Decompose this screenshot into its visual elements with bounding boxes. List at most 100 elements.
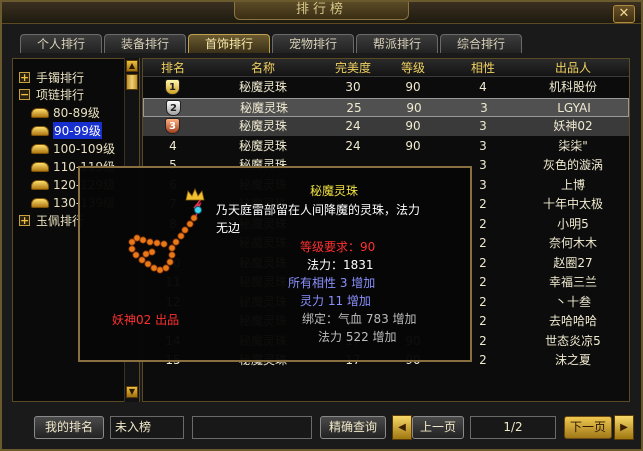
gold-ingot-icon xyxy=(31,197,49,208)
cell-maker: 幸福三兰 xyxy=(548,275,597,289)
scroll-thumb[interactable] xyxy=(126,74,138,90)
rank-medal-icon: 1 xyxy=(165,79,180,95)
cell-affinity: 3 xyxy=(479,119,487,133)
col-affinity[interactable]: 相性 xyxy=(453,59,513,77)
scroll-down-icon[interactable]: ▼ xyxy=(126,386,138,398)
tab-overall[interactable]: 综合排行 xyxy=(440,34,522,53)
tree-label: 80-89级 xyxy=(53,106,100,120)
tab-equipment[interactable]: 装备排行 xyxy=(104,34,186,53)
cell-level: 90 xyxy=(405,138,421,153)
cell-perfection: 25 xyxy=(346,100,362,115)
col-rank[interactable]: 排名 xyxy=(149,59,197,77)
search-button[interactable]: 精确查询 xyxy=(320,416,386,439)
cell-maker: 赵圈27 xyxy=(553,255,593,270)
cell-level: 90 xyxy=(406,100,422,115)
cell-perfection: 30 xyxy=(345,80,361,94)
col-level[interactable]: 等级 xyxy=(388,59,438,77)
rank-medal-icon: 2 xyxy=(166,99,181,116)
cell-affinity: 3 xyxy=(479,138,487,153)
tree-label: 100-109级 xyxy=(53,142,116,156)
rank-medal-icon: 3 xyxy=(165,118,180,134)
tree-label: 玉佩排行 xyxy=(36,214,85,228)
prev-arrow-icon[interactable]: ◀ xyxy=(392,415,412,440)
cell-maker: 十年中太极 xyxy=(542,197,603,211)
cell-maker: 世态炎凉5 xyxy=(545,333,601,348)
table-row[interactable]: 2 秘魔灵珠 25 90 3 LGYAI xyxy=(143,97,629,117)
cell-maker: 上博 xyxy=(560,177,585,192)
tooltip-description: 乃天庭雷部留在人间降魔的灵珠，法力 xyxy=(216,203,421,217)
tooltip-bind-hp: 绑定：气血 783 增加 xyxy=(302,312,417,326)
tree-label: 90-99级 xyxy=(53,122,102,139)
tree-item-100-109[interactable]: 100-109级 xyxy=(31,140,115,157)
my-rank-value: 未入榜 xyxy=(110,416,184,439)
tree-label: 手镯排行 xyxy=(36,71,85,85)
leaderboard-window: 排行榜 ✕ 个人排行 装备排行 首饰排行 宠物排行 帮派排行 综合排行 + 手镯… xyxy=(0,0,643,451)
cell-affinity: 4 xyxy=(479,80,487,94)
cell-maker: 去哈哈哈 xyxy=(548,314,597,328)
tree-item-90-99[interactable]: 90-99级 xyxy=(31,122,102,139)
cell-level: 90 xyxy=(405,80,421,94)
collapse-icon[interactable]: − xyxy=(19,89,30,100)
gold-ingot-icon xyxy=(31,125,49,136)
tooltip-mana: 法力：1831 xyxy=(307,258,374,272)
close-button[interactable]: ✕ xyxy=(613,5,635,23)
cell-affinity: 3 xyxy=(480,100,488,115)
tooltip-bind-mana: 法力 522 增加 xyxy=(318,330,397,344)
tooltip-level-requirement: 等级要求：90 xyxy=(300,240,376,254)
cell-maker: 灰色的漩涡 xyxy=(542,158,603,172)
search-input[interactable] xyxy=(192,416,312,439)
cell-perfection: 24 xyxy=(345,138,361,153)
cell-maker: 沫之夏 xyxy=(554,353,591,367)
cell-perfection: 24 xyxy=(345,119,361,133)
tree-group-bracelet[interactable]: + 手镯排行 xyxy=(19,69,84,86)
cell-name: 秘魔灵珠 xyxy=(238,80,287,94)
tooltip-item-name: 秘魔灵珠 xyxy=(310,184,359,198)
gold-ingot-icon xyxy=(31,161,49,172)
my-rank-button[interactable]: 我的排名 xyxy=(34,416,104,439)
cell-maker: 小明5 xyxy=(557,216,589,231)
tab-pet[interactable]: 宠物排行 xyxy=(272,34,354,53)
cell-name: 秘魔灵珠 xyxy=(238,119,287,133)
table-row[interactable]: 4 秘魔灵珠 24 90 3 柒柒" xyxy=(143,137,629,156)
expand-icon[interactable]: + xyxy=(19,215,30,226)
col-maker[interactable]: 出品人 xyxy=(528,59,618,77)
table-row[interactable]: 3 秘魔灵珠 24 90 3 妖神02 xyxy=(143,117,629,136)
gold-ingot-icon xyxy=(31,107,49,118)
cell-maker: 奈何木木 xyxy=(548,236,597,250)
tab-jewelry[interactable]: 首饰排行 xyxy=(188,34,270,53)
item-tooltip: 秘魔灵珠 乃天庭雷部留在人间降魔的灵珠，法力 无边 等级要求：90 法力：183… xyxy=(78,166,472,362)
scroll-up-icon[interactable]: ▲ xyxy=(126,60,138,72)
gold-ingot-icon xyxy=(31,179,49,190)
bottom-bar: 我的排名 未入榜 精确查询 ◀ 上一页 1/2 下一页 ▶ xyxy=(2,410,641,450)
tree-group-necklace[interactable]: − 项链排行 xyxy=(19,86,84,103)
tooltip-attr-affinity: 所有相性 3 增加 xyxy=(288,276,376,290)
cell-maker: 妖神02 xyxy=(553,119,593,133)
crown-icon xyxy=(185,188,205,201)
tab-guild[interactable]: 帮派排行 xyxy=(356,34,438,53)
next-arrow-icon[interactable]: ▶ xyxy=(614,415,634,440)
page-indicator: 1/2 xyxy=(470,416,556,439)
tree-label: 项链排行 xyxy=(36,88,85,102)
prev-page-button[interactable]: 上一页 xyxy=(412,416,464,439)
tooltip-maker: 妖神02 出品 xyxy=(112,313,180,327)
col-name[interactable]: 名称 xyxy=(223,59,303,77)
tree-group-jade[interactable]: + 玉佩排行 xyxy=(19,212,84,229)
category-tabs: 个人排行 装备排行 首饰排行 宠物排行 帮派排行 综合排行 xyxy=(20,34,522,54)
expand-icon[interactable]: + xyxy=(19,72,30,83)
cell-maker: 丶十叁 xyxy=(554,294,591,309)
cell-rank: 4 xyxy=(169,138,177,153)
title-bar: 排行榜 ✕ xyxy=(2,2,641,24)
tooltip-description-cont: 无边 xyxy=(216,221,241,235)
table-row[interactable]: 1 秘魔灵珠 30 90 4 机科股份 xyxy=(143,78,629,97)
cell-name: 秘魔灵珠 xyxy=(238,138,287,153)
cell-maker: LGYAI xyxy=(557,100,591,115)
tooltip-attr-spirit: 灵力 11 增加 xyxy=(300,294,371,308)
gold-ingot-icon xyxy=(31,143,49,154)
cell-maker: 机科股份 xyxy=(548,80,597,94)
next-page-button[interactable]: 下一页 xyxy=(564,416,612,439)
col-perfection[interactable]: 完美度 xyxy=(323,59,383,77)
tab-personal[interactable]: 个人排行 xyxy=(20,34,102,53)
tree-item-80-89[interactable]: 80-89级 xyxy=(31,104,100,121)
cell-name: 秘魔灵珠 xyxy=(239,100,288,115)
table-header: 排名 名称 完美度 等级 相性 出品人 xyxy=(143,59,629,77)
